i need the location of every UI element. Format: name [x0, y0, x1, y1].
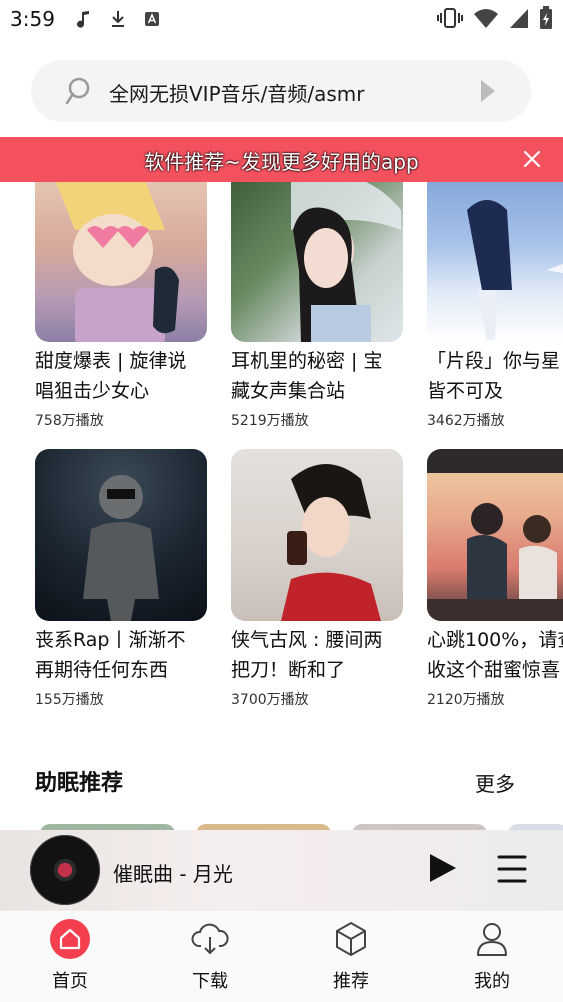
play-count: 3700万播放	[231, 692, 309, 708]
playlist-card[interactable]: 甜度爆表 | 旋律说 唱狙击少女心 758万播放	[35, 182, 207, 430]
search-bar[interactable]: 全网无损VIP音乐/音频/asmr	[31, 60, 531, 122]
battery-icon	[540, 6, 552, 29]
playlist-title: 甜度爆表 | 旋律说 唱狙击少女心	[35, 350, 187, 402]
signal-icon	[510, 9, 528, 28]
nav-download-label: 下载	[192, 971, 228, 992]
playlist-cover	[35, 182, 207, 342]
playlist-card[interactable]: 丧系Rap丨渐渐不 再期待任何东西 155万播放	[35, 449, 207, 709]
app-recommend-banner[interactable]: 软件推荐~发现更多好用的app	[0, 137, 563, 182]
nav-recommend-label: 推荐	[333, 971, 369, 992]
status-icons	[437, 6, 553, 30]
playlist-title: 「片段」你与星 皆不可及	[427, 350, 561, 402]
nav-recommend[interactable]: 推荐	[301, 911, 401, 1002]
playlist-title: 侠气古风 : 腰间两 把刀！断和了	[231, 629, 383, 681]
nav-mine-label: 我的	[474, 971, 510, 992]
cloud-download-icon	[190, 919, 230, 959]
cube-icon	[331, 919, 371, 959]
music-note-icon	[75, 10, 93, 28]
nav-download[interactable]: 下载	[160, 911, 260, 1002]
playlist-grid: 甜度爆表 | 旋律说 唱狙击少女心 758万播放 耳机里的秘密 | 宝藏女声集合站…	[0, 182, 563, 822]
download-status-icon	[109, 10, 127, 28]
play-count: 3462万播放	[427, 413, 505, 429]
now-playing-title: 催眠曲 - 月光	[113, 862, 233, 886]
nav-home[interactable]: 首页	[20, 911, 120, 1002]
more-link[interactable]: 更多	[475, 768, 515, 797]
playlist-title: 心跳100%，请查 收这个甜蜜惊喜	[427, 629, 563, 681]
close-icon[interactable]	[521, 148, 543, 170]
playlist-cover	[35, 449, 207, 621]
bottom-nav: 首页 下载 推荐 我的	[0, 910, 563, 1002]
playlist-icon[interactable]	[496, 852, 528, 886]
playlist-card[interactable]: 耳机里的秘密 | 宝藏女声集合站 5219万播放	[231, 182, 403, 430]
play-count: 5219万播放	[231, 413, 309, 429]
album-disc-icon[interactable]	[30, 835, 100, 905]
playlist-title: 丧系Rap丨渐渐不 再期待任何东西	[35, 629, 186, 681]
nav-mine[interactable]: 我的	[442, 911, 542, 1002]
play-icon[interactable]	[430, 854, 456, 882]
play-count: 155万播放	[35, 692, 104, 708]
search-placeholder: 全网无损VIP音乐/音频/asmr	[109, 82, 365, 106]
search-icon	[65, 77, 90, 105]
wifi-icon	[474, 9, 498, 28]
status-time: 3:59	[10, 7, 55, 31]
home-icon	[50, 919, 90, 959]
playlist-cover	[231, 449, 403, 621]
playlist-card[interactable]: 侠气古风 : 腰间两 把刀！断和了 3700万播放	[231, 449, 403, 709]
vibrate-icon	[437, 8, 463, 28]
play-count: 2120万播放	[427, 692, 505, 708]
sleep-section-title: 助眠推荐	[35, 771, 124, 796]
mini-player[interactable]: 催眠曲 - 月光	[0, 830, 563, 910]
playlist-cover	[231, 182, 403, 342]
banner-text: 软件推荐~发现更多好用的app	[144, 150, 419, 174]
playlist-card[interactable]: 「片段」你与星 皆不可及 3462万播放	[427, 182, 563, 430]
playlist-card[interactable]: 心跳100%，请查 收这个甜蜜惊喜 2120万播放	[427, 449, 563, 709]
search-arrow-icon[interactable]	[481, 80, 495, 102]
status-bar: 3:59	[0, 0, 563, 38]
playlist-cover	[427, 449, 563, 621]
user-icon	[472, 919, 512, 959]
playlist-title: 耳机里的秘密 | 宝藏女声集合站	[231, 350, 383, 402]
play-count: 758万播放	[35, 413, 104, 429]
nav-home-label: 首页	[52, 971, 88, 992]
app-a-icon	[143, 10, 161, 28]
playlist-cover	[427, 182, 563, 342]
